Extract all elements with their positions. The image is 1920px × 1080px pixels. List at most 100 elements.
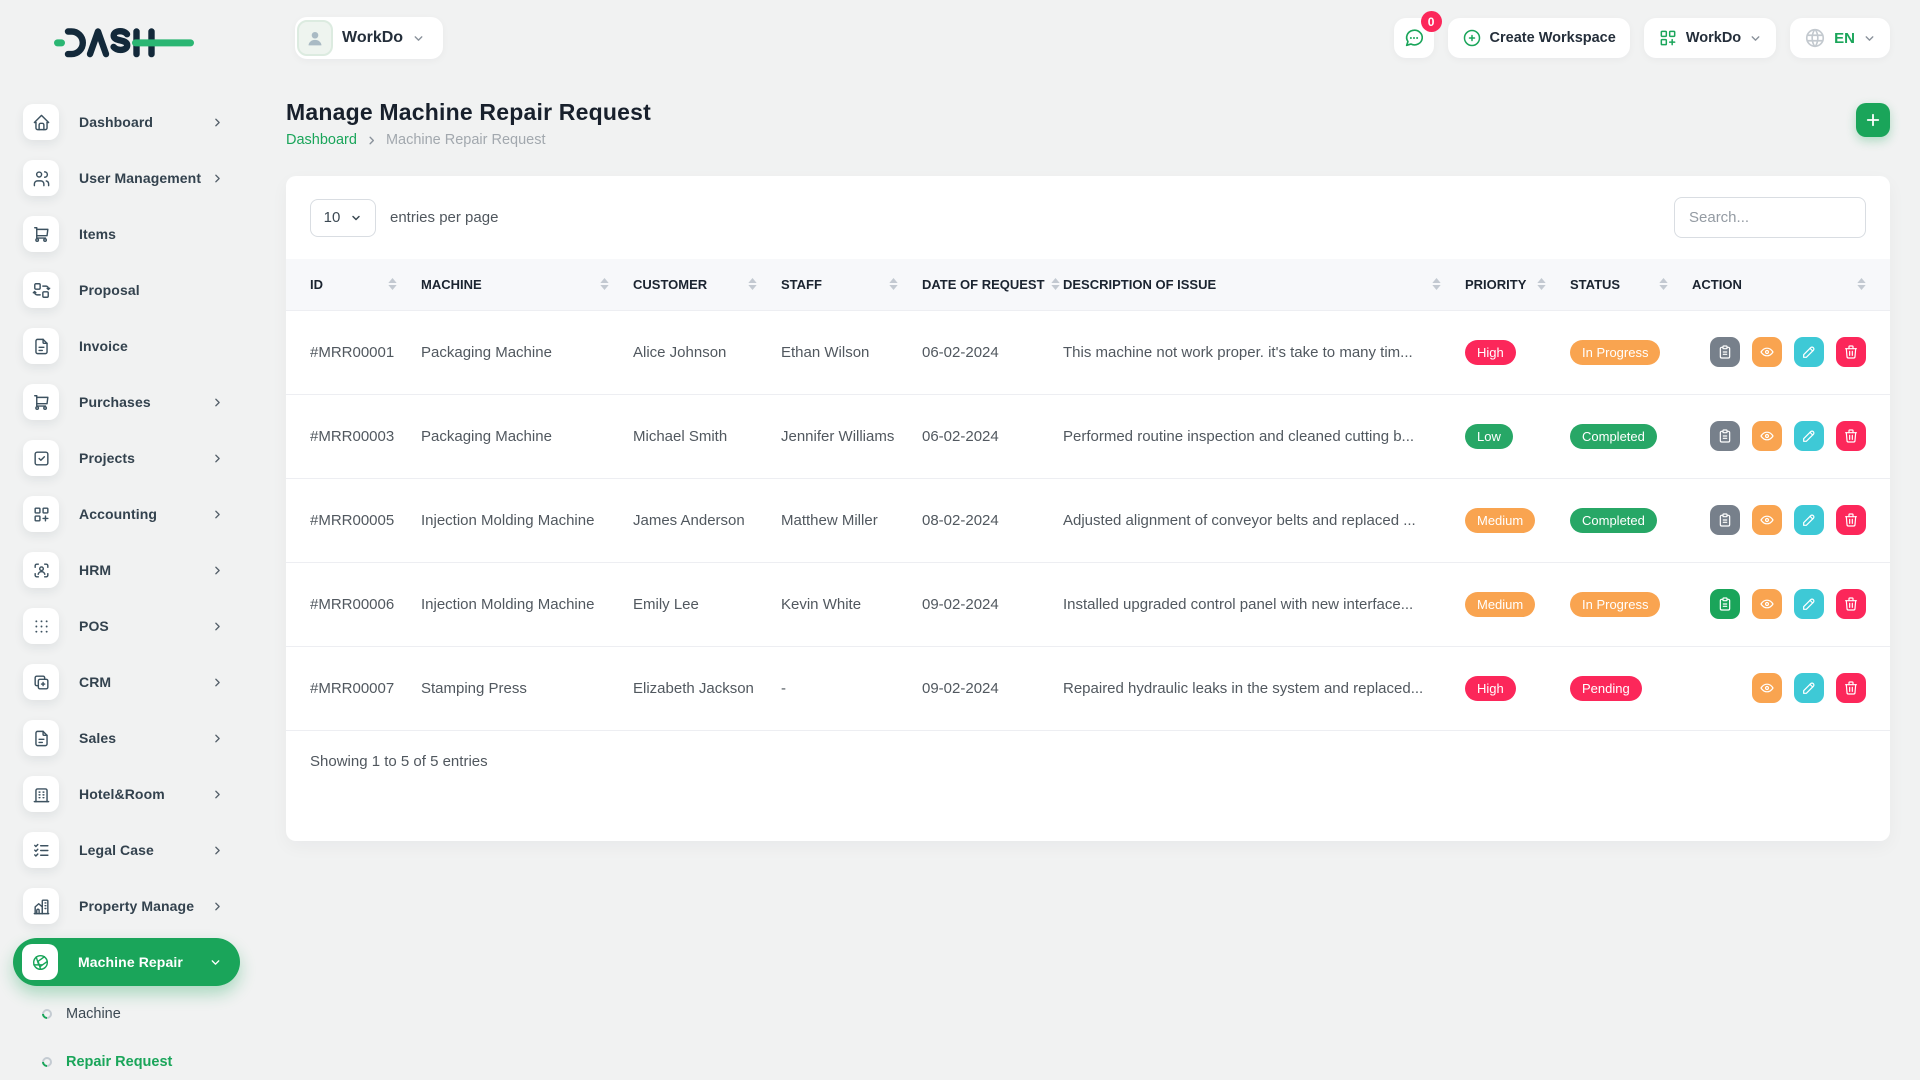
workspace-selector[interactable]: WorkDo	[295, 17, 443, 59]
column-header-status[interactable]: STATUS	[1558, 259, 1680, 310]
chevron-down-icon	[209, 956, 222, 969]
cell-machine: Injection Molding Machine	[409, 478, 621, 562]
sidebar-item-accounting[interactable]: Accounting	[0, 486, 256, 542]
table-card: 10 entries per page IDMACHINECUSTOMERSTA…	[286, 176, 1890, 841]
table-row: #MRR00006Injection Molding MachineEmily …	[286, 562, 1890, 646]
sidebar-item-label: Proposal	[79, 282, 140, 298]
edit-button[interactable]	[1794, 505, 1824, 535]
sort-icon[interactable]	[748, 278, 757, 290]
building-home-icon	[23, 888, 59, 924]
column-header-staff[interactable]: STAFF	[769, 259, 910, 310]
details-button[interactable]	[1710, 337, 1740, 367]
sidebar-item-projects[interactable]: Projects	[0, 430, 256, 486]
sidebar-subitem-machine[interactable]: Machine	[0, 990, 256, 1038]
delete-button[interactable]	[1836, 673, 1866, 703]
language-selector[interactable]: EN	[1790, 18, 1890, 58]
bullet-icon	[40, 1055, 54, 1069]
sort-icon[interactable]	[1857, 278, 1866, 290]
main-area: WorkDo 0 Create Workspace	[256, 0, 1920, 1080]
column-header-customer[interactable]: CUSTOMER	[621, 259, 769, 310]
delete-button[interactable]	[1836, 421, 1866, 451]
chevron-right-icon	[211, 508, 224, 521]
entries-per-page-value: 10	[324, 209, 341, 226]
circle-plus-icon	[1462, 28, 1482, 48]
sidebar-item-label: POS	[79, 618, 109, 634]
sort-icon[interactable]	[388, 278, 397, 290]
sort-icon[interactable]	[889, 278, 898, 290]
page-title: Manage Machine Repair Request	[286, 99, 651, 126]
file-icon	[23, 328, 59, 364]
sort-icon[interactable]	[1432, 278, 1441, 290]
details-button[interactable]	[1710, 421, 1740, 451]
sidebar-item-proposal[interactable]: Proposal	[0, 262, 256, 318]
sort-icon[interactable]	[1537, 278, 1546, 290]
sidebar-item-dashboard[interactable]: Dashboard	[0, 94, 256, 150]
building-icon	[23, 776, 59, 812]
sidebar-item-legal-case[interactable]: Legal Case	[0, 822, 256, 878]
add-request-button[interactable]	[1856, 103, 1890, 137]
create-workspace-button[interactable]: Create Workspace	[1448, 18, 1630, 58]
cell-customer: Michael Smith	[621, 394, 769, 478]
sidebar-subitem-label: Machine	[66, 1006, 121, 1022]
delete-button[interactable]	[1836, 505, 1866, 535]
sort-icon[interactable]	[1051, 278, 1060, 290]
sidebar-item-label: Projects	[79, 450, 135, 466]
cell-actions	[1680, 562, 1890, 646]
entries-per-page-select[interactable]: 10	[310, 199, 376, 237]
view-button[interactable]	[1752, 673, 1782, 703]
column-header-id[interactable]: ID	[286, 259, 409, 310]
sidebar-item-crm[interactable]: CRM	[0, 654, 256, 710]
view-button[interactable]	[1752, 505, 1782, 535]
details-button[interactable]	[1710, 505, 1740, 535]
search-input[interactable]	[1674, 197, 1866, 238]
sidebar-item-invoice[interactable]: Invoice	[0, 318, 256, 374]
breadcrumb: Dashboard Machine Repair Request	[286, 132, 651, 148]
home-icon	[23, 104, 59, 140]
chevron-right-icon	[211, 788, 224, 801]
details-button[interactable]	[1710, 589, 1740, 619]
sidebar-item-hotel-room[interactable]: Hotel&Room	[0, 766, 256, 822]
workspace-avatar	[297, 20, 333, 56]
sort-icon[interactable]	[600, 278, 609, 290]
messages-count-badge: 0	[1421, 11, 1442, 32]
delete-button[interactable]	[1836, 589, 1866, 619]
file-icon	[23, 720, 59, 756]
breadcrumb-dashboard-link[interactable]: Dashboard	[286, 132, 357, 148]
view-button[interactable]	[1752, 589, 1782, 619]
topbar: WorkDo 0 Create Workspace	[286, 0, 1890, 64]
brand-logo[interactable]	[0, 10, 256, 74]
sidebar-subitem-repair-request[interactable]: Repair Request	[0, 1038, 256, 1080]
column-header-machine[interactable]: MACHINE	[409, 259, 621, 310]
sidebar-item-user-management[interactable]: User Management	[0, 150, 256, 206]
cell-machine: Packaging Machine	[409, 394, 621, 478]
globe-icon	[1804, 27, 1826, 49]
delete-button[interactable]	[1836, 337, 1866, 367]
view-button[interactable]	[1752, 421, 1782, 451]
edit-button[interactable]	[1794, 589, 1824, 619]
view-button[interactable]	[1752, 337, 1782, 367]
sidebar-item-machine-repair[interactable]: Machine Repair	[13, 938, 240, 986]
bullet-icon	[40, 1007, 54, 1021]
sidebar-item-label: Legal Case	[79, 842, 154, 858]
column-header-priority[interactable]: PRIORITY	[1453, 259, 1558, 310]
sidebar-item-property-manage[interactable]: Property Manage	[0, 878, 256, 934]
messages-button[interactable]: 0	[1394, 18, 1434, 58]
column-header-action[interactable]: ACTION	[1680, 259, 1890, 310]
chevron-right-icon	[211, 620, 224, 633]
edit-button[interactable]	[1794, 421, 1824, 451]
sort-icon[interactable]	[1659, 278, 1668, 290]
edit-button[interactable]	[1794, 673, 1824, 703]
edit-button[interactable]	[1794, 337, 1824, 367]
workspace-switcher[interactable]: WorkDo	[1644, 18, 1776, 58]
dash-logo-graphic	[54, 23, 194, 61]
sidebar-item-items[interactable]: Items	[0, 206, 256, 262]
sidebar-item-pos[interactable]: POS	[0, 598, 256, 654]
priority-badge: Medium	[1465, 508, 1535, 533]
sidebar-item-hrm[interactable]: HRM	[0, 542, 256, 598]
sidebar-item-label: CRM	[79, 674, 111, 690]
cell-priority: High	[1453, 310, 1558, 394]
sidebar-item-purchases[interactable]: Purchases	[0, 374, 256, 430]
column-header-date-of-request[interactable]: DATE OF REQUEST	[910, 259, 1051, 310]
sidebar-item-sales[interactable]: Sales	[0, 710, 256, 766]
column-header-description-of-issue[interactable]: DESCRIPTION OF ISSUE	[1051, 259, 1453, 310]
